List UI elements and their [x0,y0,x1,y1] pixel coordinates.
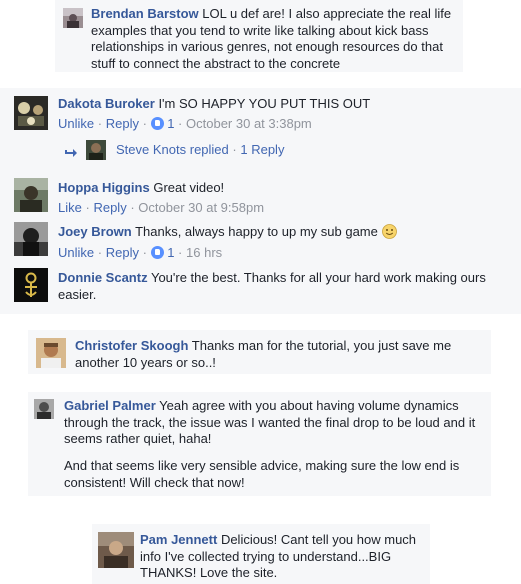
comment-body: Dakota Buroker I'm SO HAPPY YOU PUT THIS… [58,96,508,113]
reply-link[interactable]: Reply [106,245,139,260]
comment-body: Brendan Barstow LOL u def are! I also ap… [91,6,459,72]
reply-link[interactable]: Reply [106,116,139,131]
avatar[interactable] [14,222,48,256]
comment-body: Donnie Scantz You're the best. Thanks fo… [58,270,498,303]
commenter-name[interactable]: Brendan Barstow [91,6,199,21]
avatar[interactable] [34,399,54,419]
reply-count[interactable]: 1 Reply [240,142,284,157]
like-count[interactable]: 1 [167,116,174,131]
comment-card: Pam Jennett Delicious! Cant tell you how… [92,524,430,584]
like-count[interactable]: 1 [167,245,174,260]
smile-emoji-icon [381,224,397,239]
comment-card: Brendan Barstow LOL u def are! I also ap… [55,0,463,72]
avatar[interactable] [14,96,48,130]
comment-text: Great video! [153,180,225,195]
comment-body: Gabriel Palmer Yeah agree with you about… [64,398,484,448]
avatar[interactable] [36,338,66,368]
like-link[interactable]: Like [58,200,82,215]
comment-actions: Unlike · Reply · 1 · 16 hrs [58,245,223,260]
comment-body: Joey Brown Thanks, always happy to up my… [58,224,508,241]
avatar[interactable] [14,268,48,302]
view-replies-link[interactable]: Steve Knots replied · 1 Reply [116,142,284,158]
like-icon [150,117,164,130]
like-icon [150,246,164,259]
timestamp[interactable]: October 30 at 9:58pm [138,200,264,215]
comment-body: Pam Jennett Delicious! Cant tell you how… [140,532,424,582]
comment-actions: Like · Reply · October 30 at 9:58pm [58,200,265,215]
avatar[interactable] [98,532,134,568]
commenter-name[interactable]: Donnie Scantz [58,270,148,285]
commenter-name[interactable]: Pam Jennett [140,532,217,547]
comment-actions: Unlike · Reply · 1 · October 30 at 3:38p… [58,116,312,131]
commenter-name[interactable]: Hoppa Higgins [58,180,150,195]
unlike-link[interactable]: Unlike [58,116,94,131]
comment-text: Thanks, always happy to up my sub game [135,224,378,239]
comment-card: Christofer Skoogh Thanks man for the tut… [28,330,491,374]
unlike-link[interactable]: Unlike [58,245,94,260]
reply-arrow-icon [65,149,77,157]
commenter-name[interactable]: Christofer Skoogh [75,338,188,353]
comment-text: I'm SO HAPPY YOU PUT THIS OUT [158,96,371,111]
comment-body: Christofer Skoogh Thanks man for the tut… [75,338,485,371]
commenter-name[interactable]: Dakota Buroker [58,96,155,111]
comment-thread: Dakota Buroker I'm SO HAPPY YOU PUT THIS… [0,88,521,314]
reply-link[interactable]: Reply [93,200,126,215]
commenter-name[interactable]: Joey Brown [58,224,132,239]
comment-card: Gabriel Palmer Yeah agree with you about… [28,392,491,496]
avatar[interactable] [63,8,83,28]
avatar[interactable] [86,140,106,160]
timestamp[interactable]: October 30 at 3:38pm [186,116,312,131]
reply-author[interactable]: Steve Knots [116,142,186,157]
avatar[interactable] [14,178,48,212]
timestamp[interactable]: 16 hrs [186,245,222,260]
comment-text-paragraph: And that seems like very sensible advice… [64,458,460,490]
comment-body: Hoppa Higgins Great video! [58,180,508,197]
commenter-name[interactable]: Gabriel Palmer [64,398,156,413]
